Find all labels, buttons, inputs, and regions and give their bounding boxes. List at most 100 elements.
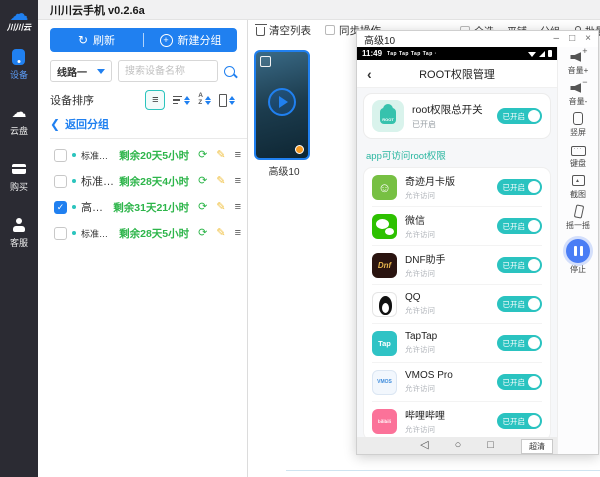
bilibili-icon: bilibili xyxy=(372,409,397,434)
device-time-remaining: 剩余20天5小时 xyxy=(119,148,189,163)
device-time-remaining: 剩余28天4小时 xyxy=(119,174,189,189)
play-icon[interactable] xyxy=(268,88,296,116)
sidebar-item-purchase[interactable]: 购买 xyxy=(10,161,28,193)
root-access-toggle[interactable]: 已开启 xyxy=(497,179,543,195)
sort-alphabetical-icon[interactable]: AZ xyxy=(198,93,211,107)
quality-selector[interactable]: 超清 xyxy=(521,439,553,454)
nav-back-icon[interactable]: ◁ xyxy=(420,440,428,451)
root-switch-meta: root权限总开关 已开启 xyxy=(412,102,483,130)
root-access-toggle[interactable]: 已开启 xyxy=(497,296,543,312)
control-shake[interactable]: 摇一摇 xyxy=(566,205,590,231)
device-preview-thumbnail[interactable] xyxy=(254,50,310,160)
control-rotate[interactable]: 竖屏 xyxy=(570,112,587,138)
device-time-remaining: 剩余28天5小时 xyxy=(119,226,189,241)
clear-list-button[interactable]: 清空列表 xyxy=(256,23,311,38)
control-screenshot[interactable]: 截图 xyxy=(570,174,587,200)
device-menu-icon[interactable]: ≡ xyxy=(235,176,241,187)
control-stop[interactable]: 停止 xyxy=(566,239,590,275)
device-menu-icon[interactable]: ≡ xyxy=(235,202,241,213)
new-group-button[interactable]: + 新建分组 xyxy=(144,32,237,48)
device-row[interactable]: ✓高级10剩余31天21小时⟳✎≡ xyxy=(38,194,247,220)
sort-by-list-icon[interactable] xyxy=(173,96,190,105)
line-select[interactable]: 线路一 xyxy=(50,60,112,82)
miracle-icon: ☺ xyxy=(372,175,397,200)
volume-up-icon[interactable] xyxy=(569,50,586,64)
sidebar-item-cloud-disk[interactable]: 云盘 xyxy=(10,105,28,137)
device-checkbox[interactable] xyxy=(54,149,67,162)
device-edit-icon[interactable]: ✎ xyxy=(216,228,225,239)
sidebar-item-devices[interactable]: 设备 xyxy=(10,49,28,81)
preview-device-name: 高级10 xyxy=(254,163,314,178)
minimize-button[interactable]: – xyxy=(554,34,560,44)
back-arrow-icon[interactable]: ‹ xyxy=(367,67,372,81)
screenshot-icon[interactable] xyxy=(570,174,587,188)
back-to-groups-link[interactable]: ❮ 返回分组 xyxy=(50,116,235,132)
control-volume-up[interactable]: 音量+ xyxy=(568,50,589,76)
volume-down-icon[interactable] xyxy=(569,81,586,95)
keyboard-icon[interactable] xyxy=(570,143,587,157)
refresh-button[interactable]: ↻ 刷新 xyxy=(50,32,143,48)
root-access-toggle[interactable]: 已开启 xyxy=(497,218,543,234)
device-row[interactable]: 标准增域自用剩余28天5小时⟳✎≡ xyxy=(38,220,247,246)
phone-screen: 11:49 Tap Tap Tap Tap · ‹ ROOT权限管理 ROOT xyxy=(357,47,557,454)
taptap-icon: Tap xyxy=(372,331,397,356)
root-switch-title: root权限总开关 xyxy=(412,102,483,117)
sort-icons: ≡ AZ xyxy=(145,90,235,110)
device-menu-icon[interactable]: ≡ xyxy=(235,228,241,239)
nav-recents-icon[interactable]: □ xyxy=(487,440,494,451)
root-manager-content: ROOT root权限总开关 已开启 已开启 app可访问root权限 ☺奇迹月… xyxy=(357,88,557,437)
device-refresh-icon[interactable]: ⟳ xyxy=(198,176,207,187)
close-button[interactable]: × xyxy=(585,34,591,44)
root-master-toggle[interactable]: 已开启 xyxy=(497,108,543,124)
sidebar-item-support[interactable]: 客服 xyxy=(10,217,28,249)
device-checkbox[interactable] xyxy=(54,175,67,188)
root-access-toggle[interactable]: 已开启 xyxy=(497,257,543,273)
page-title: ROOT权限管理 xyxy=(419,66,495,82)
device-edit-icon[interactable]: ✎ xyxy=(216,150,225,161)
toggle-state-label: 已开启 xyxy=(503,299,526,310)
android-nav-bar: ◁ ○ □ 超清 xyxy=(357,437,557,454)
device-edit-icon[interactable]: ✎ xyxy=(216,202,225,213)
app-row: TapTapTap允许访问已开启 xyxy=(372,324,542,363)
app-meta: VMOS Pro允许访问 xyxy=(405,370,453,394)
stop-icon[interactable] xyxy=(566,239,590,263)
phone-window-title: 高级10 xyxy=(364,32,395,47)
device-row[interactable]: 标准版广…剩余28天4小时⟳✎≡ xyxy=(38,168,247,194)
toggle-state-label: 已开启 xyxy=(503,182,526,193)
phone-window-titlebar[interactable]: 高级10 – □ × xyxy=(357,31,598,47)
control-label: 摇一摇 xyxy=(566,220,590,231)
device-status-dot xyxy=(72,231,76,235)
app-meta: 微信允许访问 xyxy=(405,212,435,240)
nav-home-icon[interactable]: ○ xyxy=(455,440,462,451)
control-keyboard[interactable]: 键盘 xyxy=(570,143,587,169)
control-volume-down[interactable]: 音量- xyxy=(569,81,588,107)
device-checkbox[interactable] xyxy=(54,227,67,240)
sync-checkbox[interactable] xyxy=(325,25,335,35)
app-row: ☺奇迹月卡版允许访问已开启 xyxy=(372,168,542,207)
app-name: 微信 xyxy=(405,212,435,227)
device-refresh-icon[interactable]: ⟳ xyxy=(198,150,207,161)
root-access-toggle[interactable]: 已开启 xyxy=(497,374,543,390)
device-checkbox[interactable]: ✓ xyxy=(54,201,67,214)
preview-checkbox[interactable] xyxy=(260,56,271,67)
stack-view-icon[interactable]: ≡ xyxy=(145,90,165,110)
vmos-icon: VMOS xyxy=(372,370,397,395)
device-status-dot xyxy=(72,153,76,157)
search-icon[interactable] xyxy=(224,66,235,77)
rotate-icon[interactable] xyxy=(570,112,587,126)
root-access-toggle[interactable]: 已开启 xyxy=(497,413,543,429)
control-label: 音量- xyxy=(569,96,588,107)
window-controls: – □ × xyxy=(554,34,591,44)
device-row[interactable]: 标准增域测试剩余20天5小时⟳✎≡ xyxy=(38,142,247,168)
wifi-icon xyxy=(528,52,536,57)
maximize-button[interactable]: □ xyxy=(569,34,575,44)
device-menu-icon[interactable]: ≡ xyxy=(235,150,241,161)
shake-icon[interactable] xyxy=(570,205,587,219)
device-refresh-icon[interactable]: ⟳ xyxy=(198,228,207,239)
root-access-toggle[interactable]: 已开启 xyxy=(497,335,543,351)
sort-numeric-icon[interactable] xyxy=(219,94,235,107)
device-edit-icon[interactable]: ✎ xyxy=(216,176,225,187)
device-refresh-icon[interactable]: ⟳ xyxy=(198,202,207,213)
search-input[interactable] xyxy=(118,60,218,82)
app-name: 奇迹月卡版 xyxy=(405,173,455,188)
